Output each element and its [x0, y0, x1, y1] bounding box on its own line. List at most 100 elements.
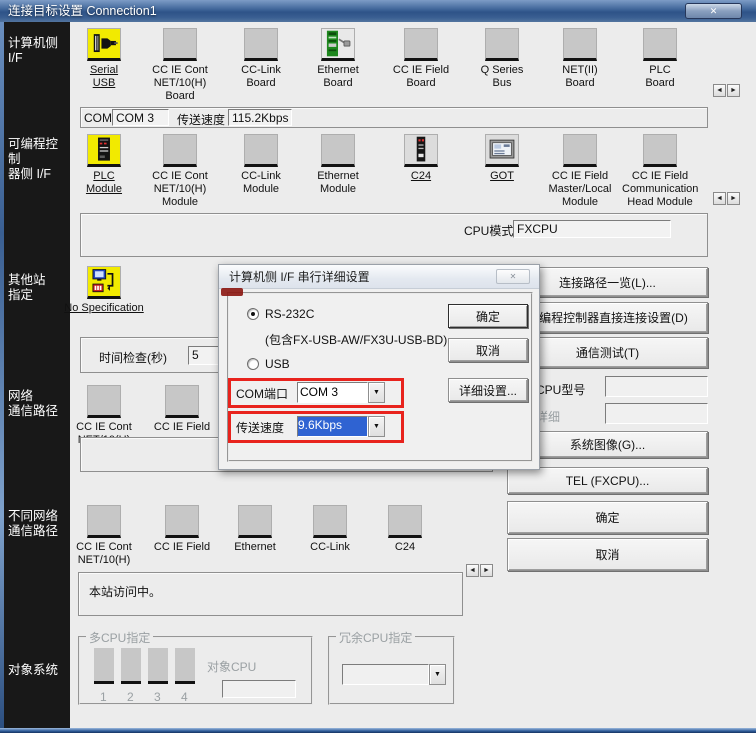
dialog-close-button[interactable]: ✕ [496, 269, 530, 284]
window-bottom-border [0, 728, 756, 733]
plc-if-cc-ie-cont-module[interactable]: CC IE Cont NET/10(H) Module [142, 134, 218, 209]
pc-if-cc-ie-cont-board[interactable]: CC IE Cont NET/10(H) Board [142, 28, 218, 103]
target-cpu-label: 对象CPU [207, 658, 256, 675]
dialog-ok-button[interactable]: 确定 [448, 304, 528, 328]
net2-board-icon [563, 28, 597, 61]
window-close-button[interactable]: ✕ [685, 3, 742, 19]
cpu-slot-2-icon[interactable] [121, 648, 141, 684]
multi-cpu-label: 多CPU指定 [86, 629, 153, 646]
cpu-slot-1-icon[interactable] [94, 648, 114, 684]
pc-if-q-series-bus[interactable]: Q Series Bus [464, 28, 540, 90]
cpu-slot-3-icon[interactable] [148, 648, 168, 684]
scroll-left-icon[interactable]: ◄ [713, 84, 726, 97]
rs232c-label: RS-232C [265, 307, 314, 321]
diff-net-c24[interactable]: C24 [367, 505, 443, 554]
diff-net-ethernet[interactable]: Ethernet [217, 505, 293, 554]
dialog-cancel-button[interactable]: 取消 [448, 338, 528, 362]
baud-label: 传送速度 [177, 111, 225, 128]
got-icon [485, 134, 519, 167]
plc-if-c24[interactable]: C24 [383, 134, 459, 183]
cpu-number: 1 [100, 690, 107, 704]
rs232c-radio[interactable] [247, 308, 259, 320]
icon-label: Ethernet Board [300, 64, 376, 90]
plc-if-plc-module[interactable]: PLC Module [66, 134, 142, 196]
rs232c-note: (包含FX-USB-AW/FX3U-USB-BD) [265, 331, 447, 348]
baud-value-field: 115.2Kbps [228, 109, 292, 126]
pc-if-cc-ie-field-board[interactable]: CC IE Field Board [383, 28, 459, 90]
cc-ie-cont-board-icon [163, 28, 197, 61]
icon-label: CC IE Field [144, 421, 220, 434]
scroll-right-icon[interactable]: ► [727, 192, 740, 205]
baud-rate-value: 9.6Kbps [298, 417, 367, 436]
cc-link-board-icon [244, 28, 278, 61]
com-port-combo[interactable]: COM 3 ▼ [297, 382, 385, 403]
cc-ie-field-icon [165, 385, 199, 418]
icon-label: GOT [464, 170, 540, 183]
pc-if-cc-link-board[interactable]: CC-Link Board [223, 28, 299, 90]
plc-if-got[interactable]: GOT [464, 134, 540, 183]
cpu-model-label: CPU型号 [536, 381, 585, 398]
cpu-mode-field: FXCPU [513, 220, 671, 238]
other-station-no-spec[interactable]: No Specification [56, 266, 152, 315]
status-text: 本站访问中。 [89, 583, 161, 600]
pc-if-net2-board[interactable]: NET(II) Board [542, 28, 618, 90]
serial-usb-icon [87, 28, 121, 61]
plc-board-icon [643, 28, 677, 61]
redundant-cpu-groupbox: 冗余CPU指定 ▼ [328, 636, 455, 705]
com-port-value: COM 3 [297, 382, 368, 403]
diff-net-cc-link[interactable]: CC-Link [292, 505, 368, 554]
time-check-label: 时间检查(秒) [99, 349, 167, 366]
ethernet-module-icon [321, 134, 355, 167]
plc-if-cc-ie-field-head[interactable]: CC IE Field Communication Head Module [622, 134, 698, 209]
redundant-cpu-label: 冗余CPU指定 [336, 629, 415, 646]
plc-if-cc-ie-field-master[interactable]: CC IE Field Master/Local Module [542, 134, 618, 209]
icon-label: C24 [367, 541, 443, 554]
plc-if-pager: ◄ ► [713, 192, 740, 205]
cc-ie-field-master-icon [563, 134, 597, 167]
icon-label: Ethernet [217, 541, 293, 554]
dialog-title: 计算机侧 I/F 串行详细设置 [229, 270, 370, 284]
tel-button[interactable]: TEL (FXCPU)... [507, 467, 708, 494]
cc-ie-cont-icon [87, 385, 121, 418]
dialog-detail-settings-button[interactable]: 详细设置... [448, 378, 528, 402]
chevron-down-icon[interactable]: ▼ [368, 416, 385, 437]
cpu-slot-4-icon[interactable] [175, 648, 195, 684]
chevron-down-icon[interactable]: ▼ [368, 382, 385, 403]
cpu-number: 4 [181, 690, 188, 704]
icon-label: CC IE Field Communication Head Module [622, 170, 698, 209]
icon-label: CC-Link [292, 541, 368, 554]
baud-rate-combo[interactable]: 9.6Kbps ▼ [297, 416, 385, 437]
pc-if-serial-usb[interactable]: Serial USB [66, 28, 142, 90]
q-series-bus-icon [485, 28, 519, 61]
usb-radio[interactable] [247, 358, 259, 370]
scroll-left-icon[interactable]: ◄ [466, 564, 479, 577]
icon-label: NET(II) Board [542, 64, 618, 90]
redundant-cpu-value [342, 664, 429, 685]
com-label: COM [84, 111, 112, 125]
cc-ie-field-icon [165, 505, 199, 538]
close-icon: ✕ [710, 6, 718, 16]
dialog-title-bar: 计算机侧 I/F 串行详细设置 [219, 265, 539, 289]
cpu-model-field [605, 376, 708, 397]
usb-label: USB [265, 357, 290, 371]
diff-net-cc-ie-field[interactable]: CC IE Field [144, 505, 220, 554]
plc-if-ethernet-module[interactable]: Ethernet Module [300, 134, 376, 196]
plc-if-cc-link-module[interactable]: CC-Link Module [223, 134, 299, 196]
pc-if-plc-board[interactable]: PLC Board [622, 28, 698, 90]
cc-link-icon [313, 505, 347, 538]
baud-rate-value-wrap: 9.6Kbps [297, 416, 368, 437]
ok-button[interactable]: 确定 [507, 501, 708, 534]
icon-label: CC IE Cont NET/10(H) Board [142, 64, 218, 103]
scroll-right-icon[interactable]: ► [480, 564, 493, 577]
cancel-button[interactable]: 取消 [507, 538, 708, 571]
pc-if-ethernet-board[interactable]: Ethernet Board [300, 28, 376, 90]
redundant-cpu-combo: ▼ [342, 664, 446, 685]
diff-net-cc-ie-cont[interactable]: CC IE Cont NET/10(H) [66, 505, 142, 567]
icon-label: Ethernet Module [300, 170, 376, 196]
scroll-right-icon[interactable]: ► [727, 84, 740, 97]
net-route-cc-ie-field[interactable]: CC IE Field [144, 385, 220, 434]
icon-label: PLC Module [66, 170, 142, 196]
icon-label: CC IE Field Board [383, 64, 459, 90]
scroll-left-icon[interactable]: ◄ [713, 192, 726, 205]
c24-icon [404, 134, 438, 167]
